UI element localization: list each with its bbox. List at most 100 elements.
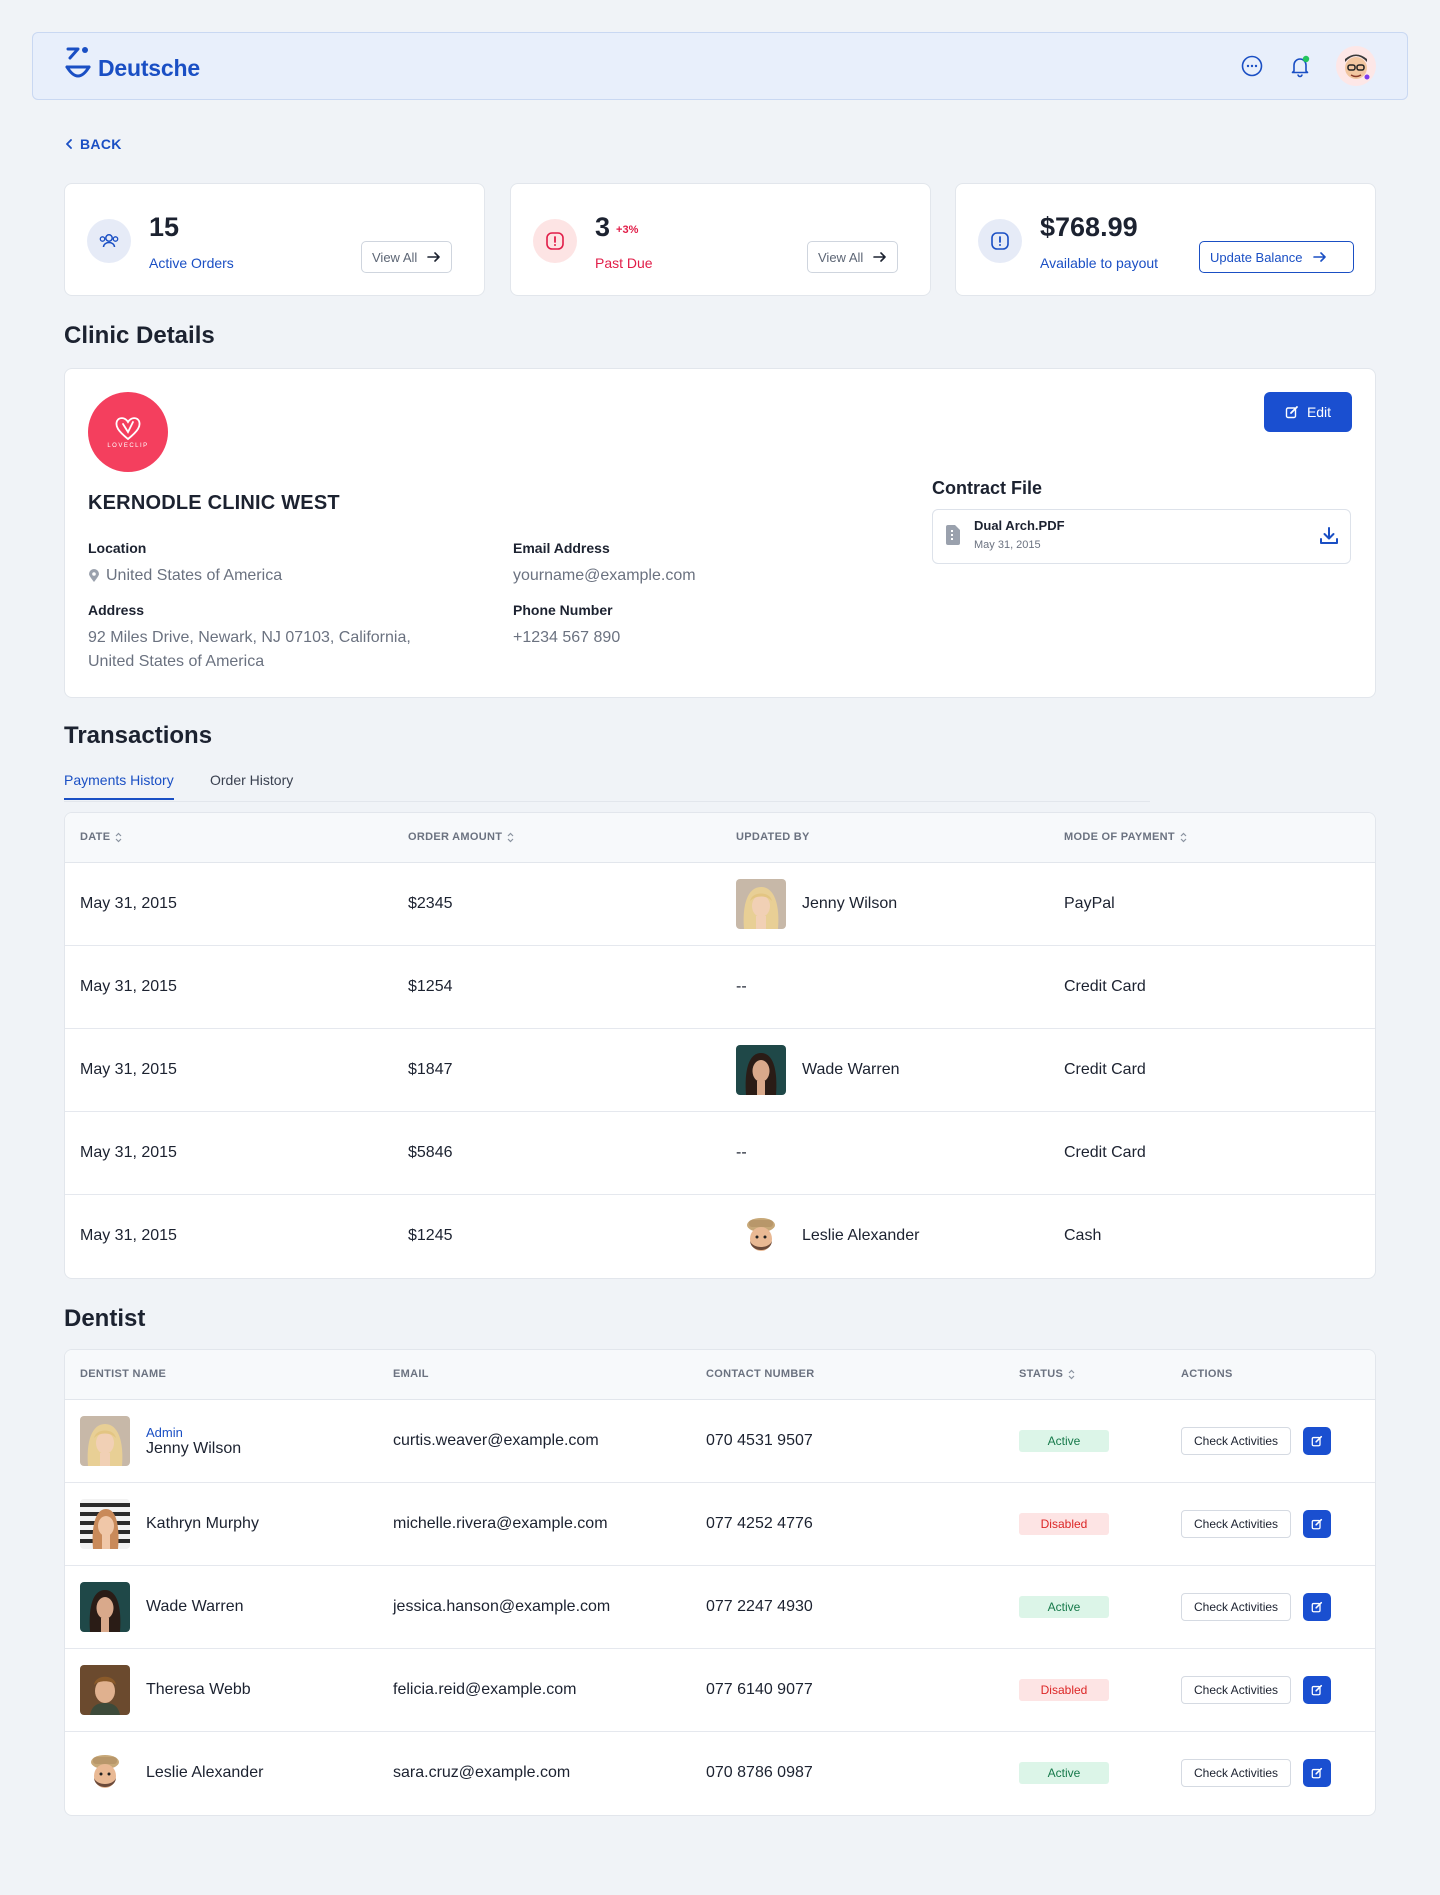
check-activities-button[interactable]: Check Activities (1181, 1593, 1292, 1621)
payments-table: DATE ORDER AMOUNT UPDATED BY MODE OF PAY… (64, 812, 1376, 1279)
view-all-button[interactable]: View All (807, 241, 899, 273)
edit-clinic-button[interactable]: Edit (1264, 392, 1352, 432)
view-all-button[interactable]: View All (361, 241, 453, 273)
contract-file-item[interactable]: Dual Arch.PDF May 31, 2015 (932, 509, 1351, 564)
phone-label: Phone Number (513, 602, 613, 618)
cell-dentist-name: Kathryn Murphy (80, 1483, 259, 1565)
name-block: Theresa Webb (146, 1681, 251, 1699)
check-activities-button[interactable]: Check Activities (1181, 1759, 1292, 1787)
edit-dentist-button[interactable] (1303, 1427, 1332, 1455)
stat-icon-bg (533, 219, 577, 263)
cell-amount: $5846 (408, 1144, 453, 1161)
edit-icon (1311, 1767, 1323, 1779)
tab-payments-history[interactable]: Payments History (64, 772, 174, 800)
column-header-status[interactable]: STATUS (1019, 1368, 1075, 1380)
file-icon (945, 524, 961, 551)
cell-actions: Check Activities (1181, 1649, 1332, 1731)
stat-card-active-orders: 15 Active Orders View All (64, 183, 485, 296)
cell-amount: $2345 (408, 895, 453, 912)
location-text: United States of America (106, 567, 283, 584)
avatar (736, 1045, 786, 1095)
cell-email: sara.cruz@example.com (393, 1764, 571, 1781)
cell-dentist-name: Theresa Webb (80, 1649, 251, 1731)
tab-order-history[interactable]: Order History (210, 772, 293, 798)
cell-mode: Credit Card (1064, 1061, 1146, 1078)
update-balance-button[interactable]: Update Balance (1199, 241, 1354, 273)
table-row: May 31, 2015 $1254 -- Credit Card (65, 946, 1375, 1029)
top-navbar (32, 32, 1408, 100)
name-block: Kathryn Murphy (146, 1515, 259, 1533)
cell-email: michelle.rivera@example.com (393, 1515, 608, 1532)
column-header-mode[interactable]: MODE OF PAYMENT (1064, 831, 1187, 843)
table-row: Leslie Alexander sara.cruz@example.com 070… (65, 1732, 1375, 1815)
cell-actions: Check Activities (1181, 1566, 1332, 1648)
user-avatar[interactable] (1336, 46, 1376, 86)
stat-label: Available to payout (1040, 255, 1159, 271)
cell-updated-by: Jenny Wilson (736, 863, 897, 945)
cell-status: Disabled (1019, 1649, 1109, 1731)
sort-icon (507, 832, 514, 842)
cell-dentist-name: Wade Warren (80, 1566, 244, 1648)
avatar (80, 1665, 130, 1715)
cell-status: Active (1019, 1566, 1109, 1648)
address-line1: 92 Miles Drive, Newark, NJ 07103, Califo… (88, 629, 411, 646)
address-label: Address (88, 602, 145, 618)
section-title-dentist: Dentist (64, 1305, 146, 1332)
name-block: Wade Warren (146, 1598, 244, 1616)
edit-icon (1311, 1518, 1323, 1530)
stat-icon-bg (87, 219, 131, 263)
download-icon[interactable] (1318, 525, 1340, 552)
cell-status: Active (1019, 1732, 1109, 1814)
dentist-name: Wade Warren (146, 1598, 244, 1615)
address-line2: United States of America (88, 653, 265, 670)
status-badge: Disabled (1019, 1513, 1109, 1535)
check-activities-button[interactable]: Check Activities (1181, 1676, 1292, 1704)
column-header-amount[interactable]: ORDER AMOUNT (408, 831, 514, 843)
avatar (80, 1499, 130, 1549)
edit-dentist-button[interactable] (1303, 1510, 1332, 1538)
edit-dentist-button[interactable] (1303, 1676, 1332, 1704)
stat-label: Active Orders (149, 255, 234, 271)
section-title-clinic: Clinic Details (64, 322, 215, 349)
cell-contact: 077 4252 4776 (706, 1515, 813, 1532)
check-activities-button[interactable]: Check Activities (1181, 1510, 1292, 1538)
notification-bell-icon[interactable] (1286, 52, 1314, 80)
cell-amount: $1847 (408, 1061, 453, 1078)
stat-badge: +3% (616, 224, 639, 236)
cell-mode: Credit Card (1064, 978, 1146, 995)
table-row: Theresa Webb felicia.reid@example.com 077 … (65, 1649, 1375, 1732)
cell-mode: Credit Card (1064, 1144, 1146, 1161)
phone-value: +1234 567 890 (513, 629, 621, 646)
status-badge: Active (1019, 1762, 1109, 1784)
users-icon (99, 234, 119, 248)
sort-icon (115, 832, 122, 842)
edit-dentist-button[interactable] (1303, 1759, 1332, 1787)
clinic-logo: LOVECLIP (88, 392, 168, 472)
updated-by-name: Wade Warren (802, 1061, 900, 1078)
brand-logo[interactable]: Deutsche (64, 46, 200, 82)
edit-dentist-button[interactable] (1303, 1593, 1332, 1621)
chat-icon[interactable] (1238, 52, 1266, 80)
cell-dentist-name: Leslie Alexander (80, 1732, 263, 1814)
table-row: May 31, 2015 $1847 Wade Warren Credit Card (65, 1029, 1375, 1112)
email-value: yourname@example.com (513, 567, 696, 584)
cell-updated-by: Wade Warren (736, 1029, 900, 1111)
back-link[interactable]: BACK (64, 136, 122, 152)
dentist-name: Theresa Webb (146, 1681, 251, 1698)
status-badge: Active (1019, 1430, 1109, 1452)
table-row: Kathryn Murphy michelle.rivera@example.co… (65, 1483, 1375, 1566)
stat-card-payout: $768.99 Available to payout Update Balan… (955, 183, 1376, 296)
stat-value: 15 (149, 212, 180, 242)
column-header-date[interactable]: DATE (80, 831, 122, 843)
cell-date: May 31, 2015 (80, 895, 177, 912)
chevron-left-icon (66, 139, 72, 149)
check-activities-button[interactable]: Check Activities (1181, 1427, 1292, 1455)
table-header: DATE ORDER AMOUNT UPDATED BY MODE OF PAY… (65, 813, 1375, 863)
role-label: Admin (146, 1424, 183, 1440)
dentist-name: Kathryn Murphy (146, 1515, 259, 1532)
stat-value: 3 (595, 212, 611, 242)
arrow-right-icon (427, 252, 441, 262)
cell-contact: 077 6140 9077 (706, 1681, 813, 1698)
cell-email: curtis.weaver@example.com (393, 1432, 599, 1449)
column-header-name: DENTIST NAME (80, 1368, 167, 1380)
